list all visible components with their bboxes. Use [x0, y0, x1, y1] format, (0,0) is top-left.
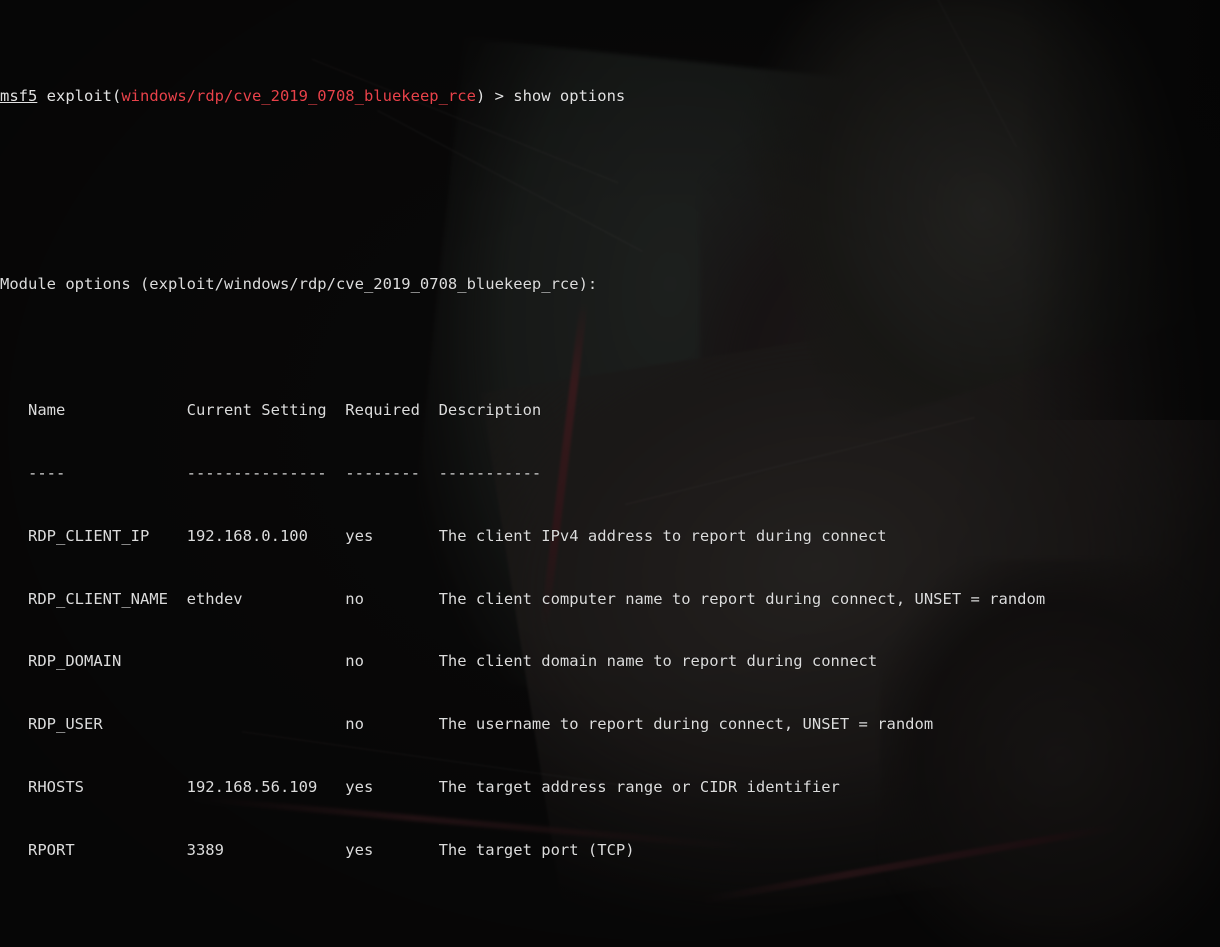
prompt-line-show-options: msf5 exploit(windows/rdp/cve_2019_0708_b…	[0, 86, 1220, 107]
module-options-row: RDP_USER no The username to report durin…	[0, 715, 934, 734]
module-options-row: RDP_DOMAIN no The client domain name to …	[0, 652, 878, 671]
module-options-heading: Module options (exploit/windows/rdp/cve_…	[0, 275, 598, 294]
command-show-options: show options	[513, 86, 626, 105]
terminal-window[interactable]: msf5 exploit(windows/rdp/cve_2019_0708_b…	[0, 0, 1220, 947]
module-options-divider: ---- --------------- -------- ----------…	[0, 463, 542, 482]
module-options-row: RDP_CLIENT_IP 192.168.0.100 yes The clie…	[0, 526, 887, 545]
msf-prompt-name: msf5	[0, 86, 38, 105]
module-options-row: RPORT 3389 yes The target port (TCP)	[0, 840, 635, 859]
msf-prompt-exploit-open: exploit(	[37, 86, 122, 105]
module-options-header: Name Current Setting Required Descriptio…	[0, 401, 542, 420]
msf-prompt-module: windows/rdp/cve_2019_0708_bluekeep_rce	[121, 86, 476, 105]
module-options-row: RHOSTS 192.168.56.109 yes The target add…	[0, 778, 840, 797]
terminal-output-area[interactable]: msf5 exploit(windows/rdp/cve_2019_0708_b…	[0, 0, 1220, 947]
module-options-row: RDP_CLIENT_NAME ethdev no The client com…	[0, 589, 1046, 608]
msf-prompt-close: ) >	[475, 86, 514, 105]
